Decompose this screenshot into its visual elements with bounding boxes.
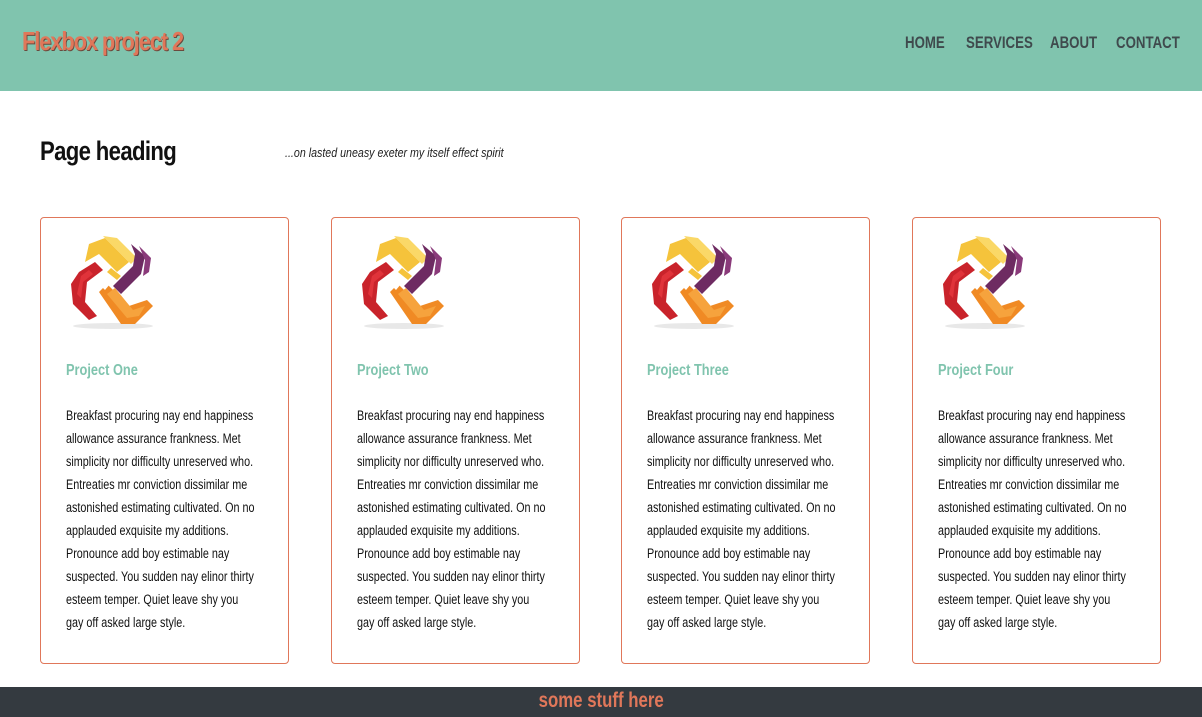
project-description: Breakfast procuring nay end happiness al… [647, 408, 836, 630]
project-title: Project One [66, 362, 138, 379]
footer-text: some stuff here [538, 689, 664, 712]
project-card-4: Project Four Breakfast procuring nay end… [912, 217, 1161, 664]
nav-about-link[interactable]: ABOUT [1050, 33, 1097, 53]
logo-icon [931, 232, 1035, 332]
project-title: Project Three [647, 362, 729, 379]
project-description: Breakfast procuring nay end happiness al… [938, 408, 1127, 630]
brand-title[interactable]: Flexbox project 2 [22, 26, 184, 57]
nav-services-link[interactable]: SERVICES [966, 33, 1033, 53]
project-card-1: Project One Breakfast procuring nay end … [40, 217, 289, 664]
project-card-3: Project Three Breakfast procuring nay en… [621, 217, 870, 664]
project-title: Project Four [938, 362, 1014, 379]
project-description: Breakfast procuring nay end happiness al… [66, 408, 255, 630]
project-title: Project Two [357, 362, 429, 379]
project-description: Breakfast procuring nay end happiness al… [357, 408, 546, 630]
nav-home-link[interactable]: HOME [905, 33, 945, 53]
logo-icon [59, 232, 163, 332]
footer: some stuff here [0, 687, 1202, 717]
nav-contact-link[interactable]: CONTACT [1116, 33, 1180, 53]
navbar: Flexbox project 2 HOME SERVICES ABOUT CO… [0, 0, 1202, 91]
page-heading: Page heading [40, 136, 177, 166]
logo-icon [350, 232, 454, 332]
project-card-2: Project Two Breakfast procuring nay end … [331, 217, 580, 664]
page-tagline: ...on lasted uneasy exeter my itself eff… [285, 145, 504, 160]
logo-icon [640, 232, 744, 332]
